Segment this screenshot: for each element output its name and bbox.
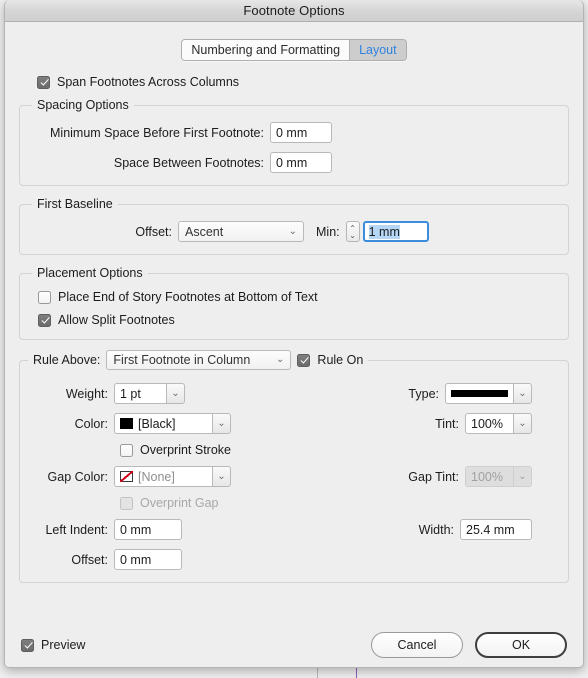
chevron-down-icon[interactable]: ⌄: [212, 413, 231, 434]
checkbox-box: [21, 638, 34, 652]
checkbox-box: [37, 75, 50, 89]
span-footnotes-label: Span Footnotes Across Columns: [57, 75, 240, 89]
tab-numbering-and-formatting[interactable]: Numbering and Formatting: [182, 40, 350, 60]
rule-above-value: First Footnote in Column: [113, 353, 251, 367]
placement-options-legend: Placement Options: [32, 266, 148, 280]
cancel-button[interactable]: Cancel: [371, 632, 463, 658]
footnote-options-dialog: Footnote Options Numbering and Formattin…: [4, 0, 584, 668]
color-value: [Black]: [138, 416, 176, 431]
width-label: Width:: [418, 522, 454, 537]
chevron-down-icon[interactable]: ⌄: [166, 383, 185, 404]
minimum-space-input[interactable]: 0 mm: [270, 122, 332, 143]
overprint-stroke-checkbox[interactable]: Overprint Stroke: [120, 443, 231, 457]
place-end-of-story-label: Place End of Story Footnotes at Bottom o…: [58, 290, 318, 304]
preview-label: Preview: [41, 638, 86, 652]
gap-tint-label: Gap Tint:: [408, 469, 459, 484]
gap-tint-value: 100%: [465, 466, 513, 487]
first-baseline-legend: First Baseline: [32, 197, 118, 211]
rule-above-dropdown[interactable]: First Footnote in Column ⌄: [106, 350, 292, 370]
gap-tint-combobox: 100% ⌄: [465, 466, 532, 487]
checkbox-box: [38, 313, 51, 327]
allow-split-footnotes-checkbox[interactable]: Allow Split Footnotes: [38, 313, 556, 327]
checkbox-box: [297, 353, 311, 367]
dialog-content: Numbering and Formatting Layout Span Foo…: [5, 39, 583, 583]
gap-color-value-wrap[interactable]: [None]: [114, 466, 212, 487]
weight-value[interactable]: 1 pt: [114, 383, 166, 404]
none-color-swatch-icon: [120, 471, 133, 482]
placement-options-group: Placement Options Place End of Story Foo…: [19, 266, 569, 340]
chevron-down-icon: ⌄: [513, 466, 532, 487]
rule-on-label: Rule On: [317, 353, 364, 367]
spacing-options-legend: Spacing Options: [32, 98, 134, 112]
weight-label: Weight:: [65, 386, 108, 401]
stepper-down-icon: ⌄: [349, 230, 356, 240]
left-indent-input[interactable]: 0 mm: [114, 519, 182, 540]
first-baseline-offset-dropdown[interactable]: Ascent ⌄: [178, 221, 304, 242]
color-combobox[interactable]: [Black] ⌄: [114, 413, 231, 434]
overprint-gap-label: Overprint Gap: [140, 496, 219, 510]
chevron-down-icon: ⌄: [288, 225, 297, 237]
first-baseline-offset-value: Ascent: [185, 224, 224, 239]
weight-combobox[interactable]: 1 pt ⌄: [114, 383, 185, 404]
left-indent-label: Left Indent:: [45, 522, 108, 537]
overprint-gap-checkbox: Overprint Gap: [120, 496, 219, 510]
minimum-space-label: Minimum Space Before First Footnote:: [50, 125, 264, 140]
min-label: Min:: [316, 224, 340, 239]
allow-split-footnotes-label: Allow Split Footnotes: [58, 313, 175, 327]
checkbox-box: [38, 290, 51, 304]
tint-label: Tint:: [435, 416, 459, 431]
black-color-swatch-icon: [120, 418, 133, 429]
space-between-footnotes-label: Space Between Footnotes:: [113, 155, 264, 170]
space-between-footnotes-input[interactable]: 0 mm: [270, 152, 332, 173]
chevron-down-icon[interactable]: ⌄: [513, 383, 532, 404]
solid-line-swatch-icon: [451, 390, 508, 397]
span-footnotes-across-columns-checkbox[interactable]: Span Footnotes Across Columns: [37, 75, 569, 89]
preview-checkbox[interactable]: Preview: [21, 638, 85, 652]
color-value-wrap[interactable]: [Black]: [114, 413, 212, 434]
checkbox-box: [120, 443, 133, 457]
overprint-stroke-label: Overprint Stroke: [140, 443, 232, 457]
tab-layout[interactable]: Layout: [349, 40, 406, 60]
chevron-down-icon[interactable]: ⌄: [513, 413, 532, 434]
background-divider-2: [356, 668, 357, 678]
width-input[interactable]: 25.4 mm: [460, 519, 532, 540]
type-combobox[interactable]: ⌄: [445, 383, 532, 404]
rule-above-legend-row: Rule Above: First Footnote in Column ⌄ R…: [28, 350, 369, 370]
gap-color-label: Gap Color:: [47, 469, 108, 484]
gap-color-combobox[interactable]: [None] ⌄: [114, 466, 231, 487]
tab-bar: Numbering and Formatting Layout: [19, 39, 569, 61]
spacing-options-group: Spacing Options Minimum Space Before Fir…: [19, 98, 569, 186]
color-label: Color:: [74, 416, 108, 431]
first-baseline-group: First Baseline Offset: Ascent ⌄ Min: ⌃ ⌄…: [19, 197, 569, 255]
rule-above-label: Rule Above:: [33, 353, 101, 367]
dialog-title: Footnote Options: [243, 3, 345, 18]
rule-above-group: Rule Above: First Footnote in Column ⌄ R…: [19, 350, 569, 583]
gap-color-value: [None]: [138, 469, 175, 484]
tint-value[interactable]: 100%: [465, 413, 513, 434]
checkbox-box: [120, 496, 133, 510]
type-value[interactable]: [445, 383, 513, 404]
min-input[interactable]: 1 mm: [362, 221, 429, 242]
chevron-down-icon: ⌄: [276, 354, 285, 365]
dialog-footer: Preview Cancel OK: [5, 623, 583, 667]
rule-on-checkbox[interactable]: Rule On: [297, 353, 363, 367]
offset-label: Offset:: [135, 224, 172, 239]
background-divider-1: [317, 668, 318, 678]
type-label: Type:: [408, 386, 439, 401]
place-end-of-story-checkbox[interactable]: Place End of Story Footnotes at Bottom o…: [38, 290, 556, 304]
tint-combobox[interactable]: 100% ⌄: [465, 413, 532, 434]
dialog-titlebar: Footnote Options: [5, 0, 583, 22]
rule-offset-input[interactable]: 0 mm: [114, 549, 182, 570]
min-input-value: 1 mm: [368, 224, 400, 239]
ok-button[interactable]: OK: [475, 632, 567, 658]
min-stepper[interactable]: ⌃ ⌄: [345, 221, 360, 242]
rule-offset-label: Offset:: [71, 552, 108, 567]
chevron-down-icon[interactable]: ⌄: [212, 466, 231, 487]
